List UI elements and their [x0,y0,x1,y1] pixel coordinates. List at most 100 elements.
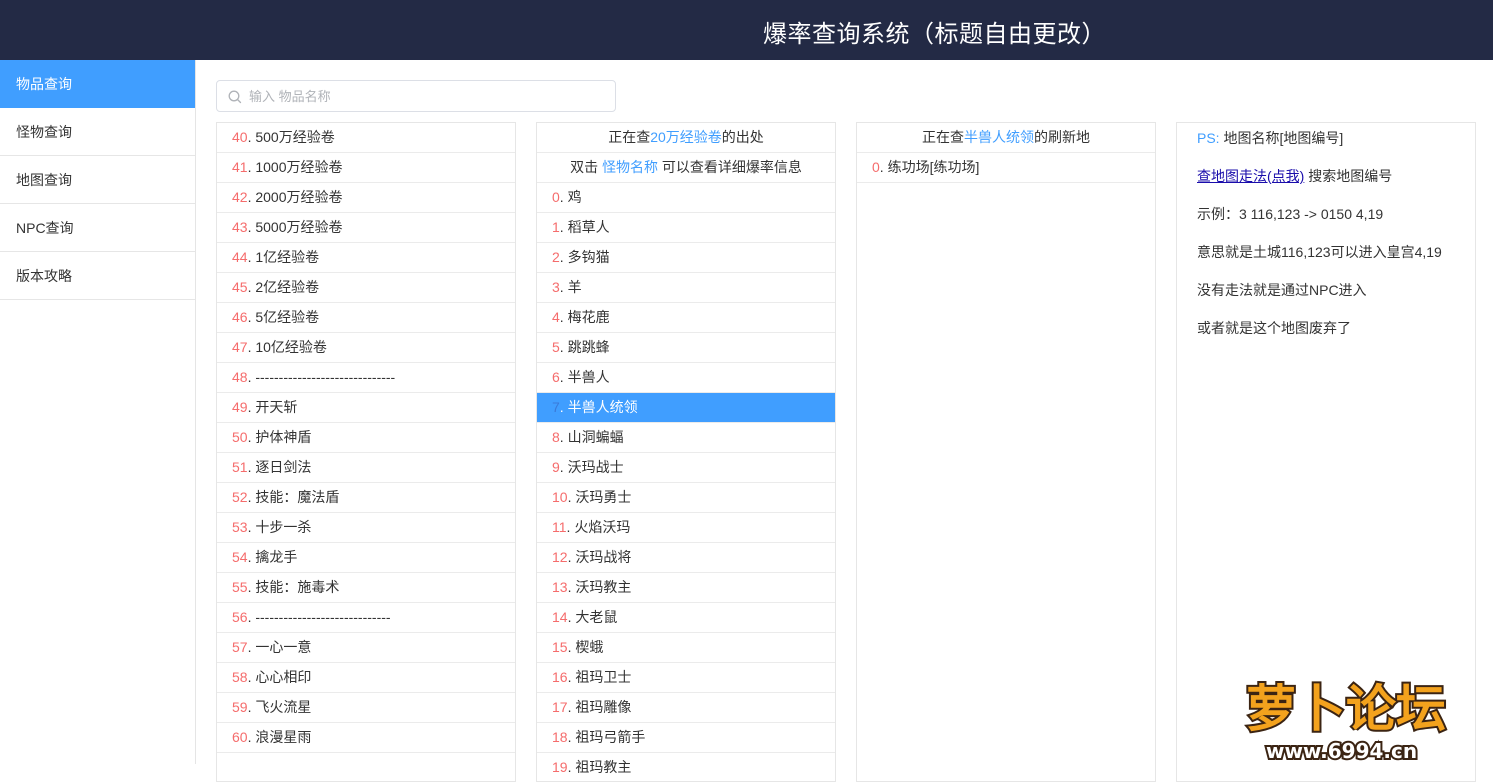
monster-list-row[interactable]: 6. 半兽人 [537,363,835,393]
monster-list-row[interactable]: 0. 鸡 [537,183,835,213]
item-list-row[interactable]: 44. 1亿经验卷 [217,243,515,273]
item-list-row[interactable]: 55. 技能：施毒术 [217,573,515,603]
row-label: 浪漫星雨 [255,729,312,745]
map-route-link[interactable]: 查地图走法(点我) [1197,168,1304,184]
monster-list-row[interactable]: 12. 沃玛战将 [537,543,835,573]
sidebar-item-npc-query[interactable]: NPC查询 [0,204,195,252]
item-list-row[interactable]: 48. ------------------------------ [217,363,515,393]
monster-list-row[interactable]: 18. 祖玛弓箭手 [537,723,835,753]
monster-list-row[interactable]: 19. 祖玛教主 [537,753,835,781]
row-index: 54 [232,549,248,565]
app-header: 爆率查询系统（标题自由更改） [0,0,1493,60]
row-index: 4 [552,309,560,325]
note-map-route: 查地图走法(点我) 搜索地图编号 [1197,169,1475,207]
row-index: 0 [552,189,560,205]
monster-list-row[interactable]: 15. 楔蛾 [537,633,835,663]
monster-list-row[interactable]: 16. 祖玛卫士 [537,663,835,693]
monster-list-row[interactable]: 5. 跳跳蜂 [537,333,835,363]
item-list-row[interactable]: 42. 2000万经验卷 [217,183,515,213]
monster-source-panel: 正在查20万经验卷的出处 双击 怪物名称 可以查看详细爆率信息 0. 鸡 1. 稻… [536,122,836,782]
svg-text:萝卜论坛: 萝卜论坛 [1246,680,1446,738]
note-ps: PS: 地图名称[地图编号] [1197,131,1475,169]
item-list-row[interactable]: 52. 技能：魔法盾 [217,483,515,513]
sidebar-item-monster-query[interactable]: 怪物查询 [0,108,195,156]
item-list-row[interactable]: 50. 护体神盾 [217,423,515,453]
item-list-row[interactable]: 47. 10亿经验卷 [217,333,515,363]
note-no-route: 没有走法就是通过NPC进入 [1197,282,1367,298]
row-index: 40 [232,129,248,145]
row-label: 沃玛教主 [575,579,632,595]
hint-link: 怪物名称 [602,159,658,175]
sidebar-item-guide[interactable]: 版本攻略 [0,252,195,300]
ps-label: PS: [1197,130,1220,146]
row-index: 5 [552,339,560,355]
monster-list-row[interactable]: 17. 祖玛雕像 [537,693,835,723]
row-label: 祖玛教主 [575,759,632,775]
item-list-row[interactable]: 43. 5000万经验卷 [217,213,515,243]
monster-list-row[interactable]: 9. 沃玛战士 [537,453,835,483]
row-label: 1亿经验卷 [255,249,320,265]
monster-list-row[interactable]: 10. 沃玛勇士 [537,483,835,513]
row-index: 57 [232,639,248,655]
row-label: 一心一意 [255,639,312,655]
row-index: 0 [872,159,880,175]
monster-list-row[interactable]: 13. 沃玛教主 [537,573,835,603]
row-index: 9 [552,459,560,475]
row-label: 半兽人统领 [567,399,638,415]
item-list-row[interactable]: 54. 擒龙手 [217,543,515,573]
row-label: 逐日剑法 [255,459,312,475]
item-list-row[interactable]: 41. 1000万经验卷 [217,153,515,183]
hint-suffix: 可以查看详细爆率信息 [661,159,802,175]
sidebar: 物品查询 怪物查询 地图查询 NPC查询 版本攻略 [0,60,196,764]
row-index: 10 [552,489,568,505]
monster-list-row[interactable]: 8. 山洞蝙蝠 [537,423,835,453]
monster-list-row[interactable]: 3. 羊 [537,273,835,303]
row-index: 17 [552,699,568,715]
row-index: 46 [232,309,248,325]
sidebar-item-item-query[interactable]: 物品查询 [0,60,195,108]
row-label: 鸡 [567,189,582,205]
item-list-row[interactable]: 58. 心心相印 [217,663,515,693]
row-index: 43 [232,219,248,235]
item-list-row[interactable]: 49. 开天斩 [217,393,515,423]
row-index: 58 [232,669,248,685]
monster-list-row[interactable]: 2. 多钩猫 [537,243,835,273]
item-list-row[interactable]: 46. 5亿经验卷 [217,303,515,333]
monster-list-row[interactable]: 1. 稻草人 [537,213,835,243]
row-label: 护体神盾 [255,429,312,445]
item-list-row[interactable]: 59. 飞火流星 [217,693,515,723]
sidebar-item-map-query[interactable]: 地图查询 [0,156,195,204]
note-abandoned: 或者就是这个地图废弃了 [1197,320,1351,336]
ps-text: 地图名称[地图编号] [1223,130,1344,146]
row-index: 13 [552,579,568,595]
row-label: 心心相印 [255,669,312,685]
item-list-row[interactable]: 51. 逐日剑法 [217,453,515,483]
item-list-row[interactable]: 45. 2亿经验卷 [217,273,515,303]
row-index: 50 [232,429,248,445]
item-list-row[interactable]: 40. 500万经验卷 [217,123,515,153]
header-prefix: 正在查 [608,129,651,145]
row-index: 44 [232,249,248,265]
row-index: 7 [552,399,560,415]
search-input[interactable] [249,81,609,111]
monster-list-row[interactable]: 11. 火焰沃玛 [537,513,835,543]
row-index: 15 [552,639,568,655]
item-list-row[interactable]: 53. 十步一杀 [217,513,515,543]
item-list-row[interactable]: 56. ----------------------------- [217,603,515,633]
monster-list-row[interactable]: 7. 半兽人统领 [537,393,835,423]
item-list-row[interactable]: 60. 浪漫星雨 [217,723,515,753]
row-index: 11 [552,519,567,535]
row-index: 53 [232,519,248,535]
row-index: 12 [552,549,568,565]
row-index: 42 [232,189,248,205]
monster-list-row[interactable]: 14. 大老鼠 [537,603,835,633]
monster-list-row[interactable]: 4. 梅花鹿 [537,303,835,333]
row-label: 沃玛战将 [575,549,632,565]
row-label: 山洞蝙蝠 [567,429,624,445]
row-label: 2000万经验卷 [255,189,343,205]
row-label: ------------------------------ [255,369,396,385]
map-list-row[interactable]: 0. 练功场[练功场] [857,153,1155,183]
row-label: 飞火流星 [255,699,312,715]
row-label: 技能：魔法盾 [255,489,340,505]
item-list-row[interactable]: 57. 一心一意 [217,633,515,663]
